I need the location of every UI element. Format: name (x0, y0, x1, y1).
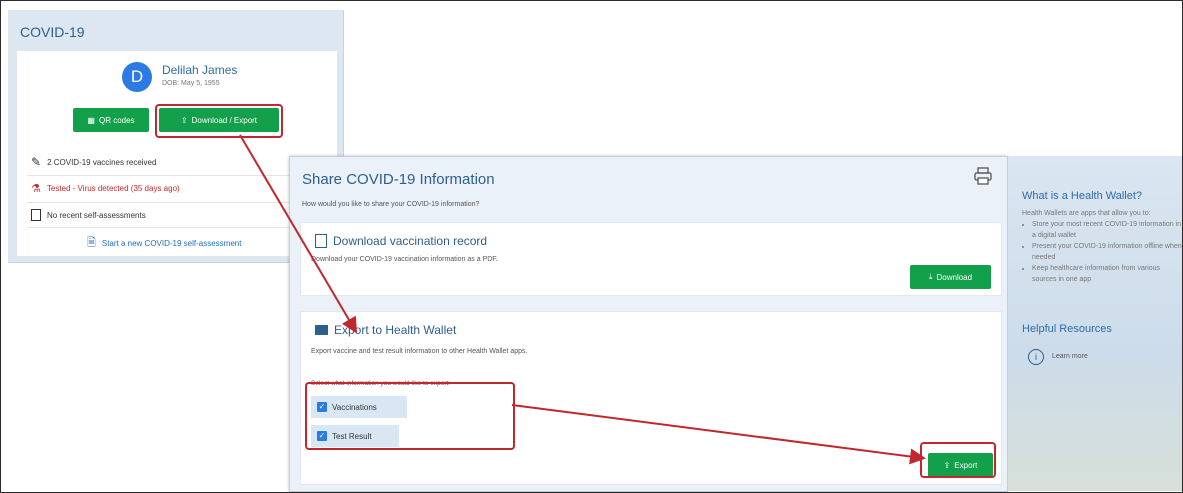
side-bullet: Store your most recent COVID-19 informat… (1032, 219, 1182, 241)
side-panel-text: Health Wallets are apps that allow you t… (1022, 208, 1182, 285)
qr-icon: ▦ (87, 115, 95, 125)
start-self-assessment-link[interactable]: 🗎 Start a new COVID-19 self-assessment (87, 234, 241, 253)
health-wallet-info-panel: What is a Health Wallet? Health Wallets … (1007, 156, 1182, 491)
dialog-subtitle: How would you like to share your COVID-1… (302, 201, 480, 208)
dialog-title: Share COVID-19 Information (302, 171, 495, 188)
covid-panel-title: COVID-19 (20, 24, 85, 40)
learn-more-link[interactable]: Learn more (1052, 353, 1088, 360)
highlight-export-options (305, 382, 515, 450)
export-section-title: Export to Health Wallet (315, 323, 456, 337)
qr-codes-button[interactable]: ▦ QR codes (73, 108, 149, 132)
download-section-title: Download vaccination record (315, 234, 487, 248)
side-bullet: Keep healthcare information from various… (1032, 263, 1182, 285)
divider (27, 202, 327, 203)
patient-dob: DOB: May 5, 1955 (162, 80, 220, 87)
clipboard-icon (31, 209, 41, 221)
test-tube-icon: ⚗ (31, 183, 41, 195)
status-row-self-assessment: No recent self-assessments (31, 209, 146, 221)
highlight-export-button (920, 442, 996, 478)
export-section-description: Export vaccine and test result informati… (311, 348, 528, 355)
patient-name: Delilah James (162, 63, 238, 77)
wallet-icon (315, 325, 328, 335)
divider (27, 175, 327, 176)
print-icon[interactable] (973, 166, 993, 186)
info-icon: i (1028, 349, 1044, 365)
document-icon (315, 234, 327, 248)
download-icon: ⤓ (928, 272, 933, 281)
side-panel-title: What is a Health Wallet? (1022, 190, 1143, 202)
status-row-test: ⚗ Tested - Virus detected (35 days ago) (31, 183, 180, 195)
download-section-description: Download your COVID-19 vaccination infor… (311, 256, 498, 263)
helpful-resources-heading: Helpful Resources (1022, 323, 1112, 335)
assessment-icon: 🗎 (87, 237, 96, 249)
side-bullet: Present your COVID-19 information offlin… (1032, 241, 1182, 263)
highlight-download-export (155, 104, 283, 138)
download-button[interactable]: ⤓ Download (910, 265, 991, 289)
download-section: Download vaccination record Download you… (300, 222, 1002, 296)
avatar: D (122, 62, 152, 92)
syringe-icon: ✎ (31, 155, 42, 169)
divider (27, 227, 327, 228)
status-row-vaccines: ✎ 2 COVID-19 vaccines received (31, 155, 157, 169)
